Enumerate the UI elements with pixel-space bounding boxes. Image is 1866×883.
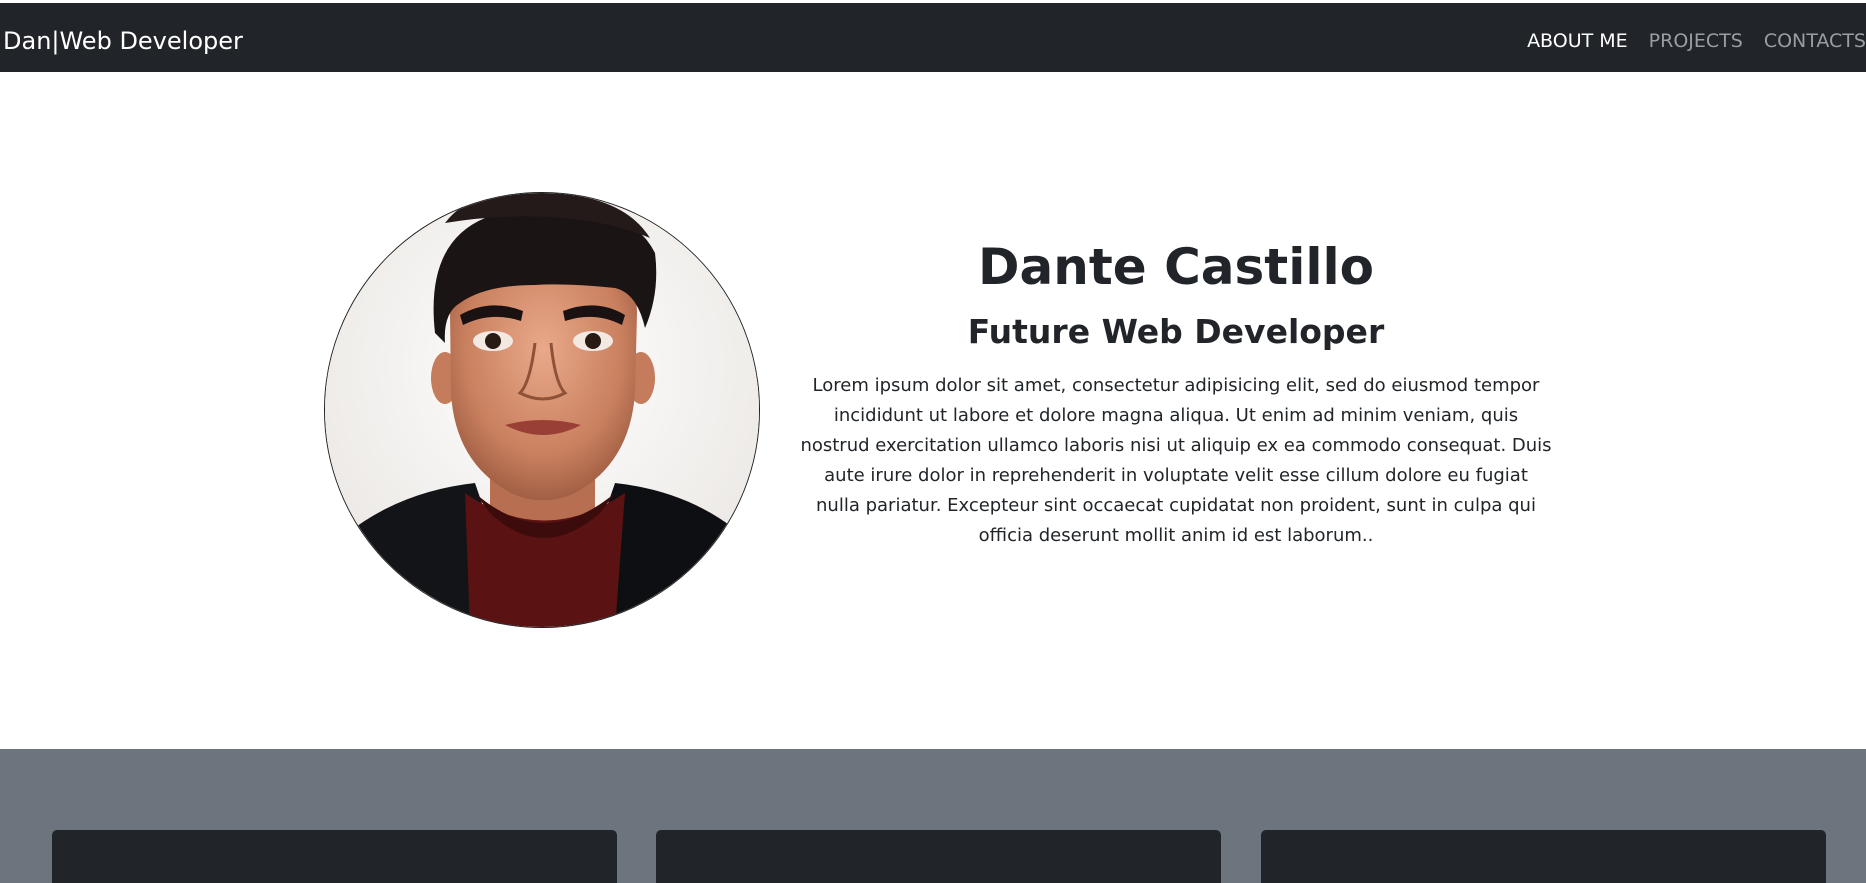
profile-photo-illustration [325, 193, 759, 627]
project-card[interactable] [1261, 830, 1826, 883]
brand-logo[interactable]: Dan|Web Developer [3, 25, 243, 57]
hero-text: Dante Castillo Future Web Developer Lore… [800, 237, 1552, 551]
project-card[interactable] [656, 830, 1221, 883]
hero-section: Dante Castillo Future Web Developer Lore… [0, 72, 1866, 749]
nav-links: ABOUT ME PROJECTS CONTACTS [1527, 27, 1866, 55]
project-card[interactable] [52, 830, 617, 883]
cards-section [0, 749, 1866, 883]
profile-name: Dante Castillo [978, 238, 1374, 296]
navbar: Dan|Web Developer ABOUT ME PROJECTS CONT… [0, 3, 1866, 72]
profile-bio: Lorem ipsum dolor sit amet, consectetur … [800, 375, 1552, 546]
nav-link-about-me[interactable]: ABOUT ME [1527, 27, 1628, 55]
nav-link-contacts[interactable]: CONTACTS [1764, 27, 1866, 55]
profile-photo [324, 192, 760, 628]
nav-link-projects[interactable]: PROJECTS [1649, 27, 1743, 55]
profile-role: Future Web Developer [967, 312, 1385, 351]
